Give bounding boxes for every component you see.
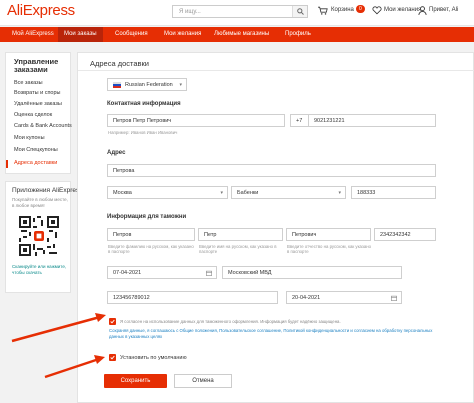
search-input[interactable]: Я ищу... xyxy=(172,5,308,18)
app-promo-description: Покупайте в любом месте, в любое время! xyxy=(12,197,68,208)
contact-section-label: Контактная информация xyxy=(107,101,181,107)
zip-input[interactable]: 188333 xyxy=(351,186,436,199)
app-promo-title: Приложения AliExpress xyxy=(12,187,83,194)
issue-date-value: 07-04-2021 xyxy=(113,270,142,276)
birth-date-input[interactable]: 20-04-2021 xyxy=(286,291,402,304)
country-value: Russian Federation xyxy=(125,82,173,88)
sidebar-item-all-orders[interactable]: Все заказы xyxy=(14,80,43,86)
nav-wishlist[interactable]: Мои желания xyxy=(158,27,207,42)
region-value: Бабенки xyxy=(237,190,259,196)
full-name-hint: Например: Иванов Иван Иванович xyxy=(108,130,178,135)
street-input[interactable]: Петрова xyxy=(107,164,436,177)
chevron-down-icon: ▾ xyxy=(338,190,341,196)
last-name-value: Петров xyxy=(113,232,132,238)
russian-flag-icon xyxy=(113,82,121,88)
heart-icon xyxy=(372,6,382,15)
last-name-input[interactable]: Петров xyxy=(107,228,195,241)
zip-value: 188333 xyxy=(357,190,376,196)
full-name-input[interactable]: Петров Петр Петрович xyxy=(107,114,285,127)
passport-number-value: 2342342342 xyxy=(380,232,411,238)
consent-links[interactable]: Сохраняя данные, я соглашаюсь с Общие по… xyxy=(109,328,439,339)
sidebar-item-deleted-orders[interactable]: Удалённые заказы xyxy=(14,101,62,107)
user-greeting: Привет, Ali xyxy=(429,7,459,13)
search-button[interactable] xyxy=(292,6,307,17)
customs-section-label: Информация для таможни xyxy=(107,214,187,220)
last-name-hint: Введите фамилию на русском, как указано … xyxy=(108,244,194,254)
nav-messages[interactable]: Сообщения xyxy=(109,27,154,42)
nav-profile[interactable]: Профиль xyxy=(279,27,317,42)
shipping-address-form: Адреса доставки Russian Federation ▾ Кон… xyxy=(77,52,474,403)
phone-input[interactable]: 9021231221 xyxy=(308,114,436,127)
aliexpress-logo[interactable]: AliExpress xyxy=(7,2,75,19)
middle-name-input[interactable]: Петрович xyxy=(286,228,371,241)
issued-by-input[interactable]: Московский МВД xyxy=(222,266,402,279)
full-name-value: Петров Петр Петрович xyxy=(113,118,172,124)
title-divider xyxy=(78,70,474,71)
sidebar-item-cards[interactable]: Cards & Bank Accounts xyxy=(14,123,72,129)
street-value: Петрова xyxy=(113,168,135,174)
cancel-button[interactable]: Отмена xyxy=(174,374,232,388)
address-section-label: Адрес xyxy=(107,150,126,156)
orders-sidebar: Управление заказами Все заказы Возвраты … xyxy=(5,52,72,174)
middle-name-value: Петрович xyxy=(292,232,317,238)
middle-name-hint: Введите отчество на русском, как указано… xyxy=(287,244,372,254)
sidebar-title: Управление заказами xyxy=(14,57,59,74)
qr-code[interactable] xyxy=(19,216,59,256)
issue-date-input[interactable]: 07-04-2021 xyxy=(107,266,217,279)
sidebar-item-feedback[interactable]: Оценка сделок xyxy=(14,112,52,118)
app-scan-text: Сканируйте или нажмите, чтобы скачать xyxy=(12,264,67,275)
user-icon xyxy=(418,6,427,15)
country-select[interactable]: Russian Federation ▾ xyxy=(107,78,187,91)
default-address-label: Установить по умолчанию xyxy=(120,355,187,361)
sidebar-item-shipping-addresses[interactable]: Адреса доставки xyxy=(14,160,57,166)
inn-value: 123456789012 xyxy=(113,295,150,301)
search-icon xyxy=(297,8,304,15)
active-indicator xyxy=(6,160,8,168)
sidebar-item-special-coupons[interactable]: Мои Спецкупоны xyxy=(14,147,58,153)
cart-label: Корзина xyxy=(331,7,354,13)
default-address-checkbox[interactable] xyxy=(109,354,116,361)
main-nav: Мой AliExpress Мои заказы Сообщения Мои … xyxy=(0,27,474,42)
first-name-value: Петр xyxy=(204,232,217,238)
wishlist-label: Мои желания xyxy=(384,7,422,13)
phone-value: 9021231221 xyxy=(314,118,345,124)
chevron-down-icon: ▾ xyxy=(179,82,182,88)
checkmark-icon xyxy=(110,355,115,360)
city-value: Москва xyxy=(113,190,132,196)
calendar-icon xyxy=(206,270,212,276)
app-promo: Приложения AliExpress Покупайте в любом … xyxy=(5,181,83,293)
top-header: AliExpress Я ищу... Корзина 0 Мои желани… xyxy=(0,0,474,26)
search-placeholder: Я ищу... xyxy=(179,9,201,15)
nav-favorite-stores[interactable]: Любимые магазины xyxy=(208,27,275,42)
inn-input[interactable]: 123456789012 xyxy=(107,291,278,304)
chevron-down-icon: ▾ xyxy=(220,190,223,196)
calendar-icon xyxy=(391,295,397,301)
issued-by-value: Московский МВД xyxy=(228,270,272,276)
consent-checkbox[interactable] xyxy=(109,318,116,325)
page-title: Адреса доставки xyxy=(90,59,150,68)
save-button[interactable]: Сохранить xyxy=(104,374,167,388)
checkmark-icon xyxy=(110,319,115,324)
cart-icon xyxy=(318,6,328,15)
sidebar-item-returns[interactable]: Возвраты и споры xyxy=(14,90,61,96)
nav-my-aliexpress[interactable]: Мой AliExpress xyxy=(6,27,60,42)
first-name-hint: Введите имя на русском, как указано в па… xyxy=(199,244,277,254)
consent-text: Я согласен на использование данных для т… xyxy=(120,319,341,324)
first-name-input[interactable]: Петр xyxy=(198,228,283,241)
city-select[interactable]: Москва ▾ xyxy=(107,186,228,199)
nav-my-orders[interactable]: Мои заказы xyxy=(58,27,103,42)
region-select[interactable]: Бабенки ▾ xyxy=(231,186,346,199)
passport-number-input[interactable]: 2342342342 xyxy=(374,228,436,241)
sidebar-item-coupons[interactable]: Мои купоны xyxy=(14,135,45,141)
cart-count-badge: 0 xyxy=(356,5,365,13)
phone-code-value: +7 xyxy=(296,118,303,124)
birth-date-value: 20-04-2021 xyxy=(292,295,321,301)
